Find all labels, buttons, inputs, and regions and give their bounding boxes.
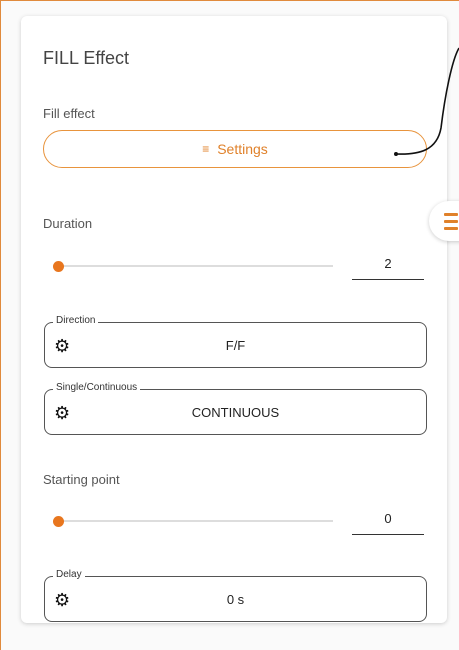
annotation-arrow (394, 47, 459, 156)
